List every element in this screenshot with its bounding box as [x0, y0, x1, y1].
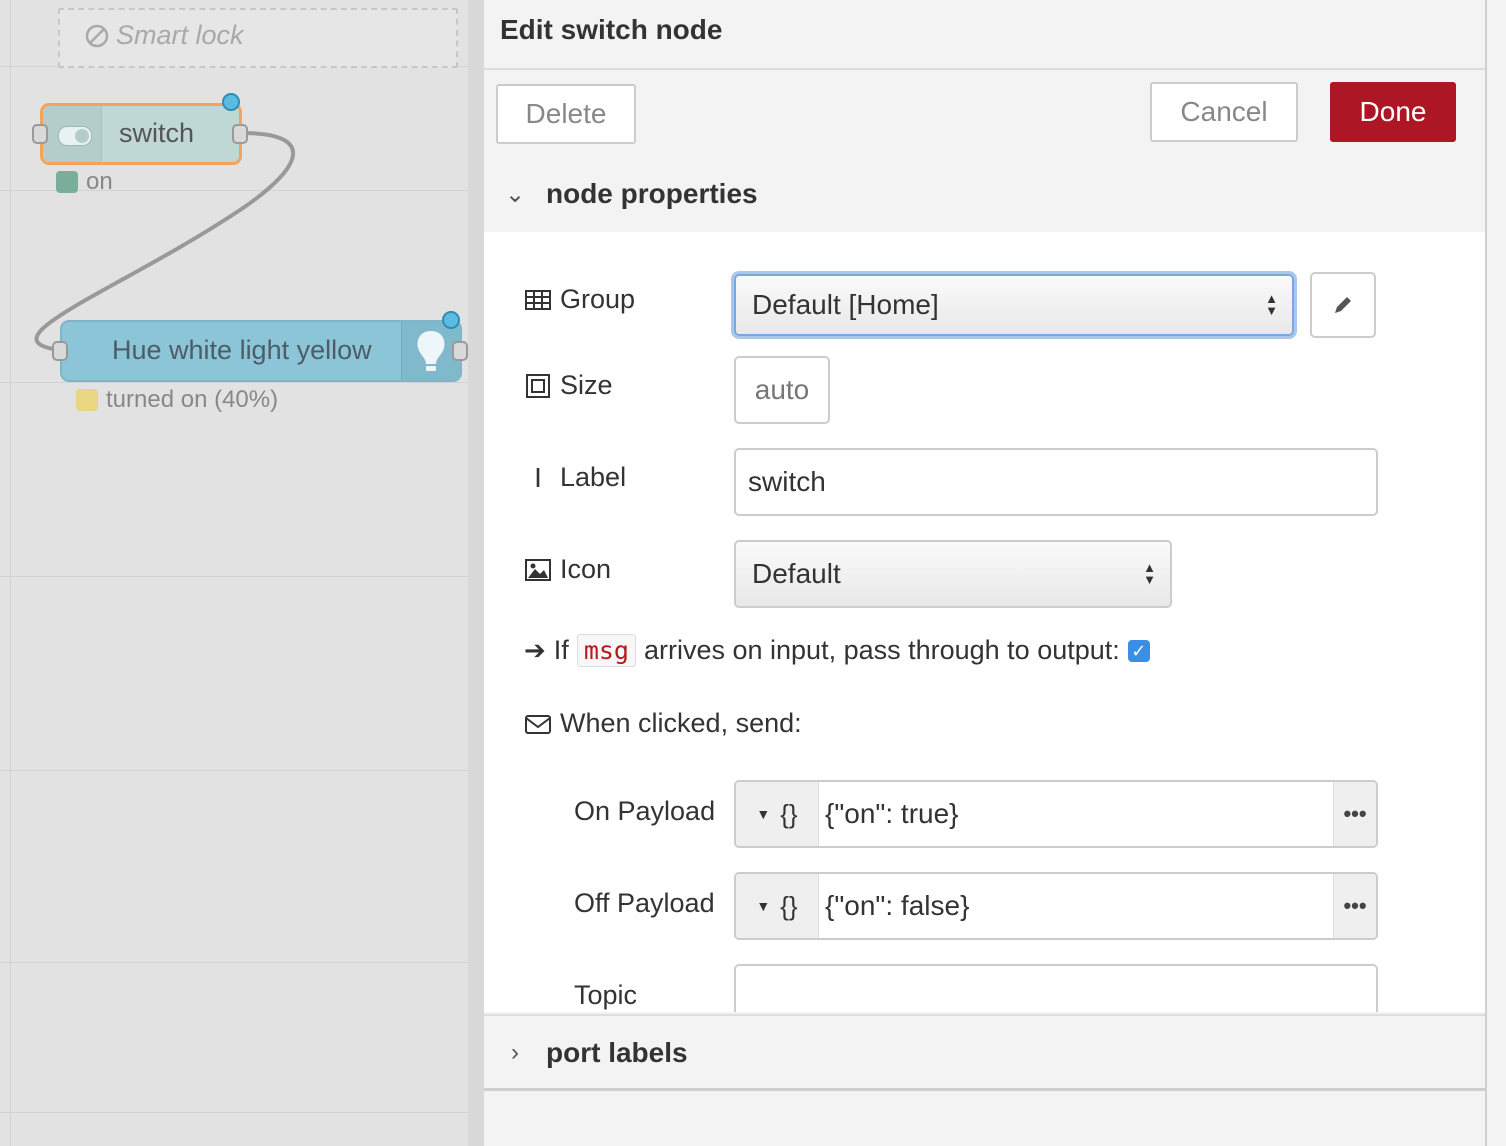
status-dot [76, 389, 98, 411]
done-button[interactable]: Done [1330, 82, 1456, 142]
image-icon [525, 558, 551, 581]
select-arrows-icon: ▲ ▼ [1265, 291, 1278, 318]
delete-button[interactable]: Delete [496, 84, 636, 144]
switch-node[interactable]: switch [40, 103, 242, 165]
input-port[interactable] [52, 341, 68, 361]
topic-label: Topic [574, 980, 638, 1010]
caret-down-icon: ▼ [756, 806, 771, 822]
section-port-labels[interactable]: › port labels [484, 1014, 1485, 1090]
node-status: on [56, 168, 113, 196]
when-clicked-row: When clicked, send: [524, 708, 802, 739]
group-row-label: Group [524, 284, 635, 315]
changed-indicator [442, 311, 460, 329]
hue-light-node[interactable]: Hue white light yellow [60, 320, 462, 382]
passthrough-prefix: If [553, 635, 569, 665]
type-select-button[interactable]: ▼ {} [736, 874, 819, 938]
topic-input[interactable] [734, 964, 1378, 1012]
input-port[interactable] [32, 124, 48, 144]
toggle-icon [58, 126, 92, 146]
off-payload-value[interactable]: {"on": false} [819, 890, 1333, 922]
on-payload-input[interactable]: ▼ {} {"on": true} ••• [734, 780, 1378, 848]
size-button[interactable]: auto [734, 356, 830, 424]
text-cursor-icon: I [534, 461, 542, 493]
group-select-value: Default [Home] [752, 289, 939, 320]
changed-indicator [222, 93, 240, 111]
flow-workspace[interactable]: Smart lock switch on Hue white light yel… [0, 0, 468, 1146]
chevron-right-icon: › [511, 1039, 519, 1066]
tray-title: Edit switch node [500, 14, 723, 45]
section-title: node properties [546, 178, 758, 209]
json-type-icon: {} [780, 890, 798, 921]
expand-editor-button[interactable]: ••• [1333, 874, 1376, 938]
on-payload-value[interactable]: {"on": true} [819, 798, 1333, 830]
label-row-label: I Label [524, 462, 626, 493]
json-type-icon: {} [780, 798, 798, 829]
status-dot [56, 171, 78, 193]
size-row-label: Size [524, 370, 613, 401]
icon-row-label: Icon [524, 554, 611, 585]
section-node-properties[interactable]: ⌄ node properties [484, 156, 1485, 232]
status-text: on [86, 168, 113, 195]
grid-line [0, 770, 468, 771]
off-payload-input[interactable]: ▼ {} {"on": false} ••• [734, 872, 1378, 940]
type-select-button[interactable]: ▼ {} [736, 782, 819, 846]
output-port[interactable] [452, 341, 468, 361]
cancel-button[interactable]: Cancel [1150, 82, 1298, 142]
node-label: Hue white light yellow [112, 335, 372, 365]
icon-select-value: Default [752, 558, 841, 589]
label-label: Label [560, 462, 627, 492]
grid-line [0, 1112, 468, 1113]
envelope-icon [525, 714, 551, 734]
passthrough-row: ➔ If msg arrives on input, pass through … [524, 634, 1150, 667]
sidebar-edge [1488, 0, 1506, 1146]
node-status: turned on (40%) [76, 386, 278, 414]
grid-line [0, 962, 468, 963]
on-payload-label: On Payload [574, 796, 716, 826]
table-icon [525, 289, 551, 310]
status-text: turned on (40%) [106, 386, 279, 413]
divider [484, 1088, 1485, 1091]
group-label: Group [560, 284, 636, 314]
grid-line [0, 576, 468, 577]
icon-label: Icon [560, 554, 612, 584]
when-clicked-label: When clicked, send: [560, 708, 802, 738]
passthrough-text: arrives on input, pass through to output… [643, 635, 1120, 665]
pencil-icon [1335, 297, 1351, 313]
off-payload-label: Off Payload [574, 888, 715, 918]
divider [484, 68, 1485, 70]
msg-code: msg [576, 634, 636, 667]
chevron-down-icon: ⌄ [504, 180, 526, 208]
edit-group-button[interactable] [1310, 272, 1376, 338]
expand-editor-button[interactable]: ••• [1333, 782, 1376, 846]
section-title: port labels [546, 1037, 688, 1068]
select-arrows-icon: ▲ ▼ [1143, 560, 1156, 587]
output-port[interactable] [232, 124, 248, 144]
icon-select[interactable]: Default ▲ ▼ [734, 540, 1172, 608]
node-icon-area [43, 106, 102, 162]
edit-tray: Edit switch node Delete Cancel Done ⌄ no… [468, 0, 1506, 1146]
caret-down-icon: ▼ [756, 898, 771, 914]
passthrough-checkbox[interactable]: ✓ [1127, 639, 1150, 662]
group-select[interactable]: Default [Home] ▲ ▼ [734, 274, 1294, 336]
node-label: switch [119, 118, 195, 148]
size-icon [526, 373, 550, 398]
node-properties-body: Group Default [Home] ▲ ▼ Size auto I Lab… [484, 232, 1485, 1012]
size-label: Size [560, 370, 613, 400]
arrow-right-icon: ➔ [524, 635, 546, 665]
label-input[interactable]: switch [734, 448, 1378, 516]
